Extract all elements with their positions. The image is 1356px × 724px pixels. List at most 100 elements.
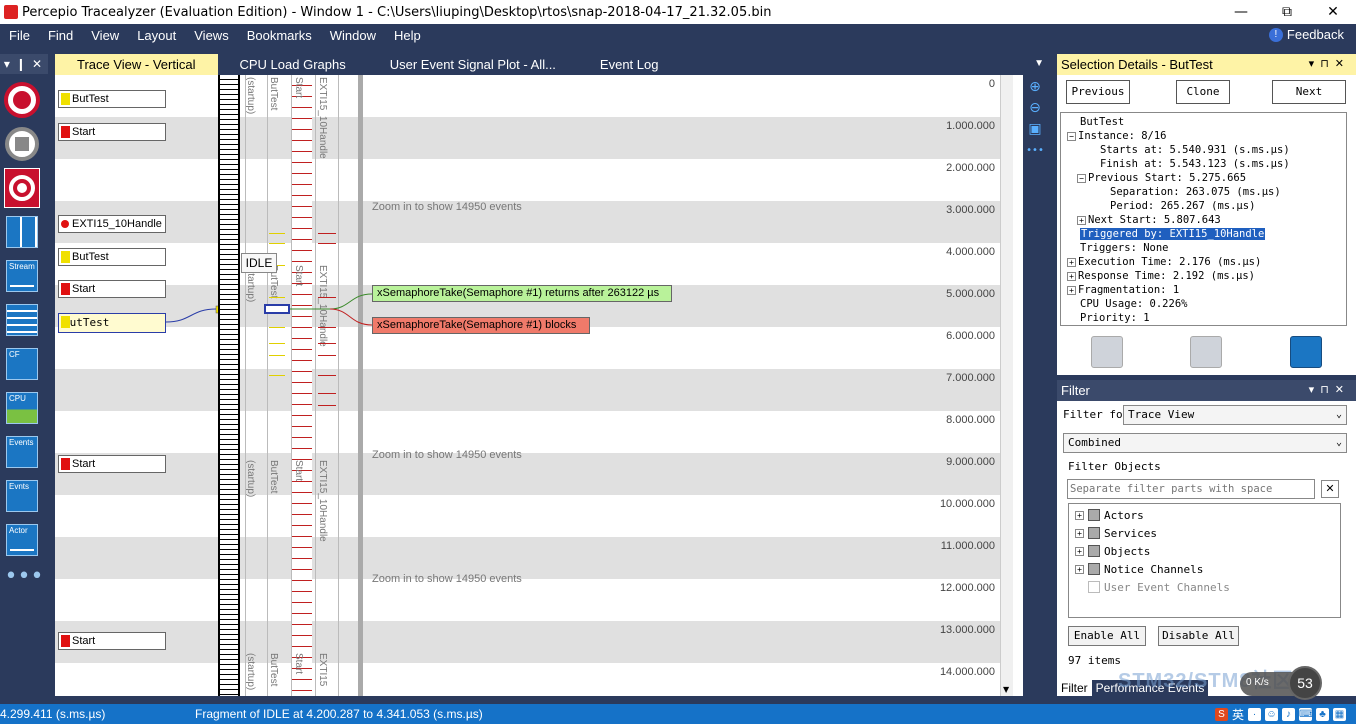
tab-user-event-plot[interactable]: User Event Signal Plot - All... <box>368 54 578 75</box>
instance-graph-icon[interactable] <box>1190 336 1223 368</box>
tab-filter[interactable]: Filter <box>1057 680 1092 696</box>
actor-label[interactable]: EXTI15_10Handle <box>58 215 166 233</box>
events-button[interactable]: Events <box>4 434 40 470</box>
tab-cpu-load[interactable]: CPU Load Graphs <box>218 54 368 75</box>
details-tree-row[interactable]: Starts at: 5.540.931 (s.ms.µs) <box>1087 143 1290 157</box>
feedback-link[interactable]: ! Feedback <box>1268 27 1344 42</box>
details-tree-row[interactable]: − Previous Start: 5.275.665 <box>1077 171 1246 185</box>
filter-search-input[interactable] <box>1067 479 1315 499</box>
expand-icon[interactable]: + <box>1067 271 1076 281</box>
tools-icon[interactable]: ▦ <box>1333 707 1346 721</box>
keyboard-icon[interactable]: ⌨ <box>1299 707 1313 721</box>
expand-icon[interactable]: + <box>1077 215 1086 225</box>
collapse-icon[interactable]: − <box>1067 131 1076 141</box>
event-label-returns[interactable]: xSemaphoreTake(Semaphore #1) returns aft… <box>372 285 672 302</box>
details-tree-row[interactable]: Triggered by: EXTI15_10Handle <box>1067 227 1266 241</box>
panel-controls[interactable]: ▾⊓✕ <box>1309 383 1350 396</box>
actor-label[interactable]: Start <box>58 455 166 473</box>
stream-button[interactable]: Stream <box>4 258 40 294</box>
details-tree-row[interactable]: + Next Start: 5.807.643 <box>1077 213 1221 227</box>
details-tree-row[interactable]: ButTest <box>1067 115 1124 129</box>
emoji-icon[interactable]: ☺ <box>1265 707 1278 721</box>
trace-view-link-icon[interactable] <box>1290 336 1323 368</box>
skin-icon[interactable]: ♣ <box>1316 707 1329 721</box>
menu-bookmarks[interactable]: Bookmarks <box>238 28 321 43</box>
close-window-button[interactable]: ✕ <box>1310 0 1356 24</box>
trace-view-button[interactable] <box>4 302 40 338</box>
menu-layout[interactable]: Layout <box>128 28 185 43</box>
more-tools-icon[interactable]: ••• <box>0 564 48 589</box>
details-tree-row[interactable]: Finish at: 5.543.123 (s.ms.µs) <box>1087 157 1290 171</box>
tab-event-log[interactable]: Event Log <box>578 54 681 75</box>
filter-item-user-event-channels[interactable]: User Event Channels <box>1075 579 1230 595</box>
details-tree-row[interactable]: + Fragmentation: 1 <box>1067 283 1179 297</box>
menu-window[interactable]: Window <box>321 28 385 43</box>
dropdown-icon[interactable]: ▾ <box>4 57 10 71</box>
actor-label[interactable]: ButTest <box>58 90 166 108</box>
menu-help[interactable]: Help <box>385 28 430 43</box>
panel-controls[interactable]: ▾⊓✕ <box>1309 57 1350 70</box>
enable-all-button[interactable]: Enable All <box>1068 626 1146 646</box>
trace-scrollbar[interactable]: ▼ <box>1000 75 1013 696</box>
actor-label[interactable]: Start <box>58 280 166 298</box>
selected-fragment[interactable] <box>264 304 290 314</box>
details-tree-row[interactable]: Priority: 1 <box>1067 311 1150 325</box>
filter-item-objects[interactable]: + Objects <box>1075 543 1150 559</box>
tabs-dropdown-icon[interactable]: ▼ <box>1034 58 1044 69</box>
tab-trace-view[interactable]: Trace View - Vertical <box>55 54 218 75</box>
cf-button[interactable]: CF <box>4 346 40 382</box>
stop-button[interactable] <box>4 126 40 162</box>
sogou-icon[interactable]: S <box>1214 707 1228 721</box>
evnts-button[interactable]: Evnts <box>4 478 40 514</box>
details-tree-row[interactable]: − Instance: 8/16 <box>1067 129 1167 143</box>
next-button[interactable]: Next <box>1272 80 1346 104</box>
pin-icon[interactable]: ❙ <box>16 57 26 71</box>
menu-view[interactable]: View <box>82 28 128 43</box>
clear-filter-button[interactable]: ✕ <box>1321 480 1339 498</box>
actor-label[interactable]: Start <box>58 123 166 141</box>
details-tree-row[interactable]: Period: 265.267 (ms.µs) <box>1097 199 1255 213</box>
details-tree-row[interactable]: Separation: 263.075 (ms.µs) <box>1097 185 1281 199</box>
expand-icon[interactable]: + <box>1067 285 1076 295</box>
clone-button[interactable]: Clone <box>1176 80 1230 104</box>
details-tree-row[interactable]: + Response Time: 2.192 (ms.µs) <box>1067 269 1255 283</box>
layout-grid-button[interactable] <box>4 214 40 250</box>
actor-label-selected[interactable]: ButTest <box>58 313 166 333</box>
collapse-icon[interactable]: − <box>1077 173 1086 183</box>
record-button[interactable] <box>4 82 40 118</box>
filter-mode-select[interactable]: Combined ⌄ <box>1063 433 1347 453</box>
restore-button[interactable]: ⧉ <box>1264 0 1310 24</box>
mic-icon[interactable]: ♪ <box>1282 707 1295 721</box>
actor-button[interactable]: Actor <box>4 522 40 558</box>
details-tree-row[interactable]: CPU Usage: 0.226% <box>1067 297 1187 311</box>
filter-item-services[interactable]: + Services <box>1075 525 1157 541</box>
actor-label[interactable]: Start <box>58 632 166 650</box>
scroll-down-icon[interactable]: ▼ <box>1003 685 1009 694</box>
menu-views[interactable]: Views <box>185 28 237 43</box>
disable-all-button[interactable]: Disable All <box>1158 626 1239 646</box>
column-divider <box>338 75 339 696</box>
ime-mode[interactable]: 英 <box>1232 706 1244 723</box>
filter-for-select[interactable]: Trace View ⌄ <box>1123 405 1347 425</box>
menu-file[interactable]: File <box>0 28 39 43</box>
cpu-button[interactable]: CPU <box>4 390 40 426</box>
event-label-blocks[interactable]: xSemaphoreTake(Semaphore #1) blocks <box>372 317 590 334</box>
punctuation-icon[interactable]: · <box>1248 707 1261 721</box>
filter-item-actors[interactable]: + Actors <box>1075 507 1144 523</box>
details-tree-row[interactable]: Triggers: None <box>1067 241 1169 255</box>
details-tree-row[interactable]: + Execution Time: 2.176 (ms.µs) <box>1067 255 1261 269</box>
zoom-fit-icon[interactable]: ▣ <box>1026 120 1044 138</box>
previous-button[interactable]: Previous <box>1066 80 1130 104</box>
filter-item-notice-channels[interactable]: + Notice Channels <box>1075 561 1203 577</box>
menu-find[interactable]: Find <box>39 28 82 43</box>
zoom-out-icon[interactable]: ⊖ <box>1026 99 1044 117</box>
close-icon[interactable]: ✕ <box>32 57 42 71</box>
more-options-icon[interactable]: ••• <box>1026 141 1044 159</box>
trace-view[interactable]: 0 1.000.000 2.000.000 3.000.000 4.000.00… <box>55 75 1048 696</box>
zoom-in-icon[interactable]: ⊕ <box>1026 78 1044 96</box>
actor-instance-icon[interactable] <box>1090 336 1123 368</box>
snapshot-button[interactable] <box>4 168 40 208</box>
actor-label[interactable]: ButTest <box>58 248 166 266</box>
expand-icon[interactable]: + <box>1067 257 1076 267</box>
minimize-button[interactable]: — <box>1218 0 1264 24</box>
